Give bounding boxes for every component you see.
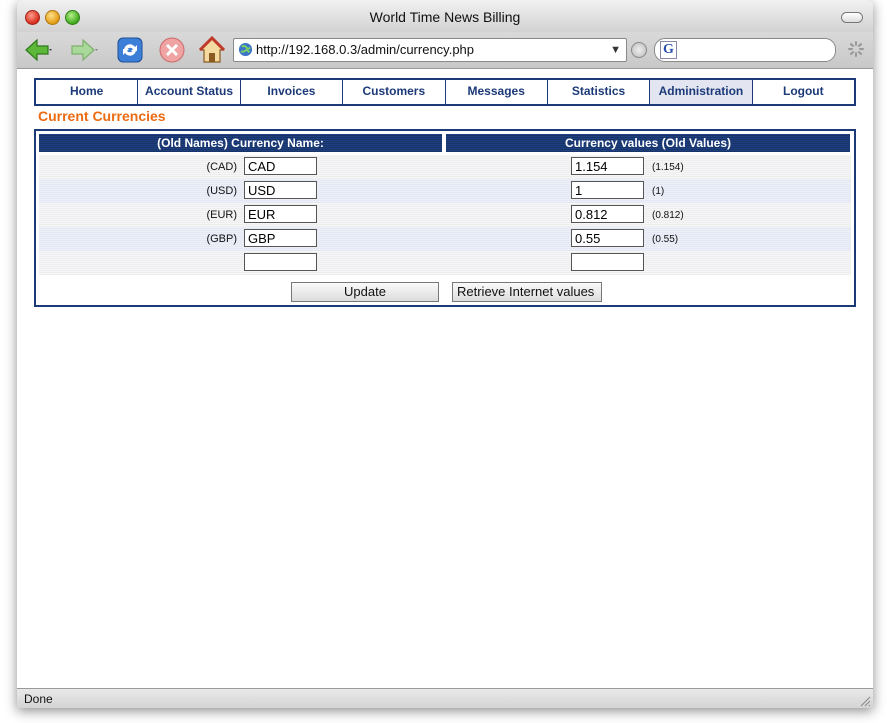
- home-icon[interactable]: [197, 35, 227, 65]
- status-bar: Done: [17, 688, 873, 708]
- nav-invoices[interactable]: Invoices: [241, 80, 344, 104]
- browser-toolbar: http://192.168.0.3/admin/currency.php ▼ …: [17, 32, 873, 69]
- nav-administration[interactable]: Administration: [650, 80, 753, 104]
- loading-spinner-icon: [848, 41, 864, 57]
- reload-icon[interactable]: [115, 35, 145, 65]
- new-currency-row: [39, 251, 851, 275]
- old-currency-value: (1): [652, 186, 665, 197]
- browser-window: World Time News Billing http://192.168.0…: [17, 0, 873, 708]
- resize-grip-icon[interactable]: [859, 695, 871, 707]
- currency-value-input[interactable]: [571, 181, 644, 199]
- stop-icon[interactable]: [157, 35, 187, 65]
- nav-home[interactable]: Home: [36, 80, 139, 104]
- page-title: Current Currencies: [38, 108, 166, 124]
- toolbar-toggle-button[interactable]: [841, 12, 863, 23]
- main-nav: Home Account Status Invoices Customers M…: [34, 78, 856, 106]
- old-currency-name: (GBP): [206, 233, 237, 245]
- back-arrow-icon[interactable]: [23, 35, 53, 65]
- title-bar: World Time News Billing: [17, 0, 873, 32]
- currency-row: (GBP) (0.55): [39, 227, 851, 251]
- search-engine-button[interactable]: [631, 42, 647, 58]
- currency-value-input[interactable]: [571, 229, 644, 247]
- nav-logout[interactable]: Logout: [753, 80, 854, 104]
- currency-row: (EUR) (0.812): [39, 203, 851, 227]
- globe-icon: [238, 42, 253, 57]
- old-currency-value: (1.154): [652, 162, 684, 173]
- google-icon[interactable]: G: [660, 41, 677, 59]
- update-button[interactable]: Update: [291, 282, 439, 302]
- old-currency-name: (CAD): [206, 161, 237, 173]
- currency-name-header: (Old Names) Currency Name:: [39, 134, 442, 152]
- nav-statistics[interactable]: Statistics: [548, 80, 651, 104]
- currency-value-header: Currency values (Old Values): [446, 134, 850, 152]
- currency-name-input[interactable]: [244, 157, 317, 175]
- retrieve-internet-values-button[interactable]: Retrieve Internet values: [452, 282, 602, 302]
- currency-row: (USD) (1): [39, 179, 851, 203]
- nav-account-status[interactable]: Account Status: [138, 80, 241, 104]
- nav-customers[interactable]: Customers: [343, 80, 446, 104]
- url-text: http://192.168.0.3/admin/currency.php: [256, 42, 475, 57]
- new-currency-name-input[interactable]: [244, 253, 317, 271]
- old-currency-value: (0.55): [652, 234, 679, 245]
- status-text: Done: [24, 692, 53, 706]
- page-content: Home Account Status Invoices Customers M…: [17, 69, 873, 688]
- currency-name-input[interactable]: [244, 181, 317, 199]
- search-input[interactable]: G: [654, 38, 836, 62]
- window-title: World Time News Billing: [369, 9, 521, 25]
- currency-row: (CAD) (1.154): [39, 155, 851, 179]
- currency-name-input[interactable]: [244, 229, 317, 247]
- new-currency-value-input[interactable]: [571, 253, 644, 271]
- old-currency-name: (EUR): [206, 209, 237, 221]
- old-currency-name: (USD): [206, 185, 237, 197]
- address-bar[interactable]: http://192.168.0.3/admin/currency.php ▼: [233, 38, 627, 62]
- currency-value-input[interactable]: [571, 157, 644, 175]
- currency-panel: (Old Names) Currency Name: Currency valu…: [34, 129, 856, 307]
- url-dropdown-icon[interactable]: ▼: [610, 39, 621, 61]
- forward-arrow-icon[interactable]: [69, 35, 99, 65]
- currency-value-input[interactable]: [571, 205, 644, 223]
- old-currency-value: (0.812): [652, 210, 684, 221]
- currency-name-input[interactable]: [244, 205, 317, 223]
- nav-messages[interactable]: Messages: [446, 80, 548, 104]
